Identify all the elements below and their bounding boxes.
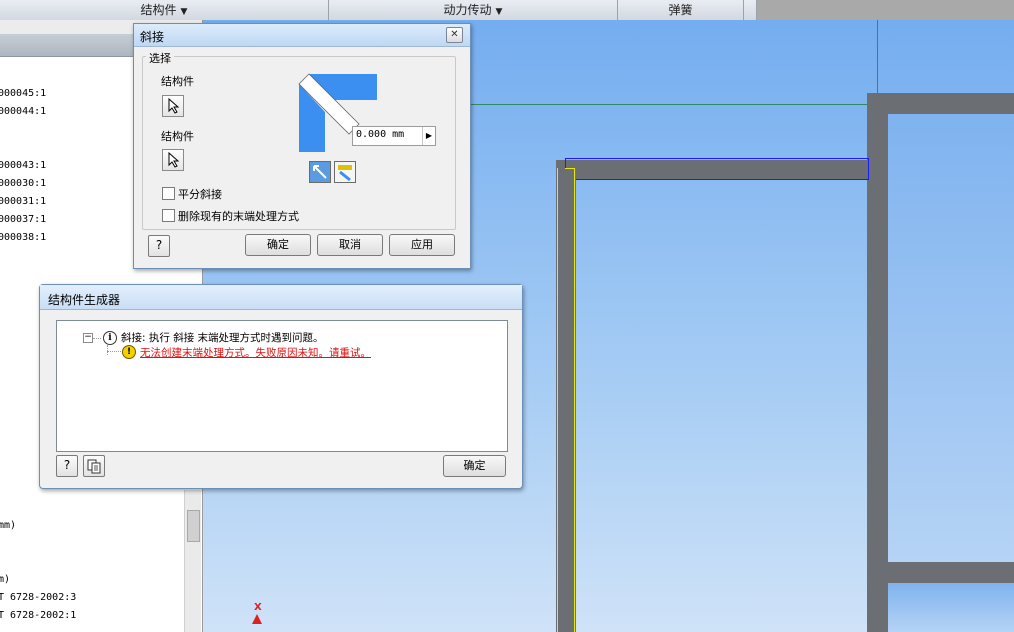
tree-connector <box>107 345 108 355</box>
cursor-arrow-icon <box>168 151 180 168</box>
info-icon: i <box>103 331 117 345</box>
bisect-label: 平分斜接 <box>178 188 222 201</box>
member1-select-button[interactable] <box>162 95 184 117</box>
dialog-titlebar[interactable]: 结构件生成器 <box>40 285 522 310</box>
copy-button[interactable] <box>83 455 105 477</box>
apply-button[interactable]: 应用 <box>389 234 455 256</box>
ok-button[interactable]: 确定 <box>245 234 311 256</box>
offset-value: 0.000 mm <box>356 129 405 140</box>
generator-ok-button[interactable]: 确定 <box>443 455 506 477</box>
chevron-down-icon: ▼ <box>180 7 188 17</box>
miter-mode-gap-button[interactable] <box>334 161 356 183</box>
frame-opening <box>888 583 1014 632</box>
selection-edge <box>565 168 575 169</box>
delete-end-treatment-checkbox[interactable] <box>162 209 175 222</box>
dialog-title: 结构件生成器 <box>48 293 121 307</box>
member2-select-button[interactable] <box>162 149 184 171</box>
delete-end-treatment-label: 删除现有的末端处理方式 <box>178 210 299 223</box>
browser-item[interactable]: 000043:1 <box>0 160 46 171</box>
member2-label: 结构件 <box>161 130 194 143</box>
selection-highlight <box>565 158 869 180</box>
browser-item[interactable]: 000044:1 <box>0 106 46 117</box>
chevron-right-icon[interactable]: ▶ <box>422 127 435 145</box>
dialog-title: 斜接 <box>140 30 165 44</box>
ribbon-panel-label: 动力传动 <box>443 3 492 17</box>
dialog-titlebar[interactable]: 斜接 ✕ <box>134 24 470 47</box>
browser-item[interactable]: 000030:1 <box>0 178 46 189</box>
tree-connector <box>107 351 121 352</box>
ribbon-panel-frame[interactable]: 结构件 ▼ <box>0 0 329 20</box>
axis-label: X <box>254 602 262 613</box>
scrollbar-thumb[interactable] <box>187 510 200 542</box>
structural-member-vertical[interactable] <box>556 168 576 632</box>
offset-input[interactable]: 0.000 mm ▶ <box>352 126 436 146</box>
miter-full-icon <box>313 165 327 179</box>
collapse-icon[interactable]: − <box>83 333 93 343</box>
message-info: 斜接: 执行 斜接 末端处理方式时遇到问题。 <box>121 332 324 344</box>
ribbon-panel-spacer <box>744 0 757 20</box>
ribbon-panel-spring[interactable]: 弹簧 <box>618 0 744 20</box>
frame-opening <box>888 114 1014 562</box>
selection-edge <box>557 168 558 632</box>
tree-connector <box>93 338 101 339</box>
copy-icon <box>87 459 101 474</box>
miter-dialog: 斜接 ✕ 选择 结构件 结构件 0.000 mm ▶ 平分斜接 删除现有的末端处… <box>133 23 471 269</box>
miter-gap-icon <box>338 165 352 182</box>
bisect-checkbox[interactable] <box>162 187 175 200</box>
ribbon-panel-power-transmission[interactable]: 动力传动 ▼ <box>329 0 618 20</box>
group-title: 选择 <box>146 50 174 66</box>
message-error[interactable]: 无法创建末端处理方式。失败原因未知。请重试。 <box>140 345 371 360</box>
browser-scrollbar[interactable] <box>184 490 201 632</box>
message-tree[interactable]: − i 斜接: 执行 斜接 末端处理方式时遇到问题。 ! 无法创建末端处理方式。… <box>56 320 508 452</box>
browser-item[interactable]: mm) <box>0 520 16 531</box>
ribbon-panel-bar: 结构件 ▼ 动力传动 ▼ 弹簧 <box>0 0 1014 20</box>
help-button[interactable]: ? <box>148 235 170 257</box>
help-icon: ? <box>63 458 71 472</box>
chevron-down-icon: ▼ <box>495 7 503 17</box>
grid-line <box>470 104 870 105</box>
browser-item[interactable]: 000038:1 <box>0 232 46 243</box>
browser-item[interactable]: 000045:1 <box>0 88 46 99</box>
browser-item[interactable]: 000037:1 <box>0 214 46 225</box>
ribbon-panel-label: 弹簧 <box>668 3 693 17</box>
help-icon: ? <box>155 238 163 252</box>
cursor-arrow-icon <box>168 97 180 114</box>
browser-item[interactable]: m) <box>0 574 10 585</box>
axis-arrow-icon <box>252 614 262 624</box>
cancel-button[interactable]: 取消 <box>317 234 383 256</box>
browser-item[interactable]: 000031:1 <box>0 196 46 207</box>
miter-mode-full-button[interactable] <box>309 161 331 183</box>
selection-edge <box>574 168 575 632</box>
warning-icon: ! <box>122 345 136 359</box>
member1-label: 结构件 <box>161 75 194 88</box>
close-button[interactable]: ✕ <box>446 27 463 43</box>
ribbon-panel-label: 结构件 <box>140 3 177 17</box>
grid-line <box>877 20 878 104</box>
browser-item[interactable]: T 6728-2002:3 <box>0 592 76 603</box>
browser-item[interactable]: T 6728-2002:1 <box>0 610 76 621</box>
help-button[interactable]: ? <box>56 455 78 477</box>
